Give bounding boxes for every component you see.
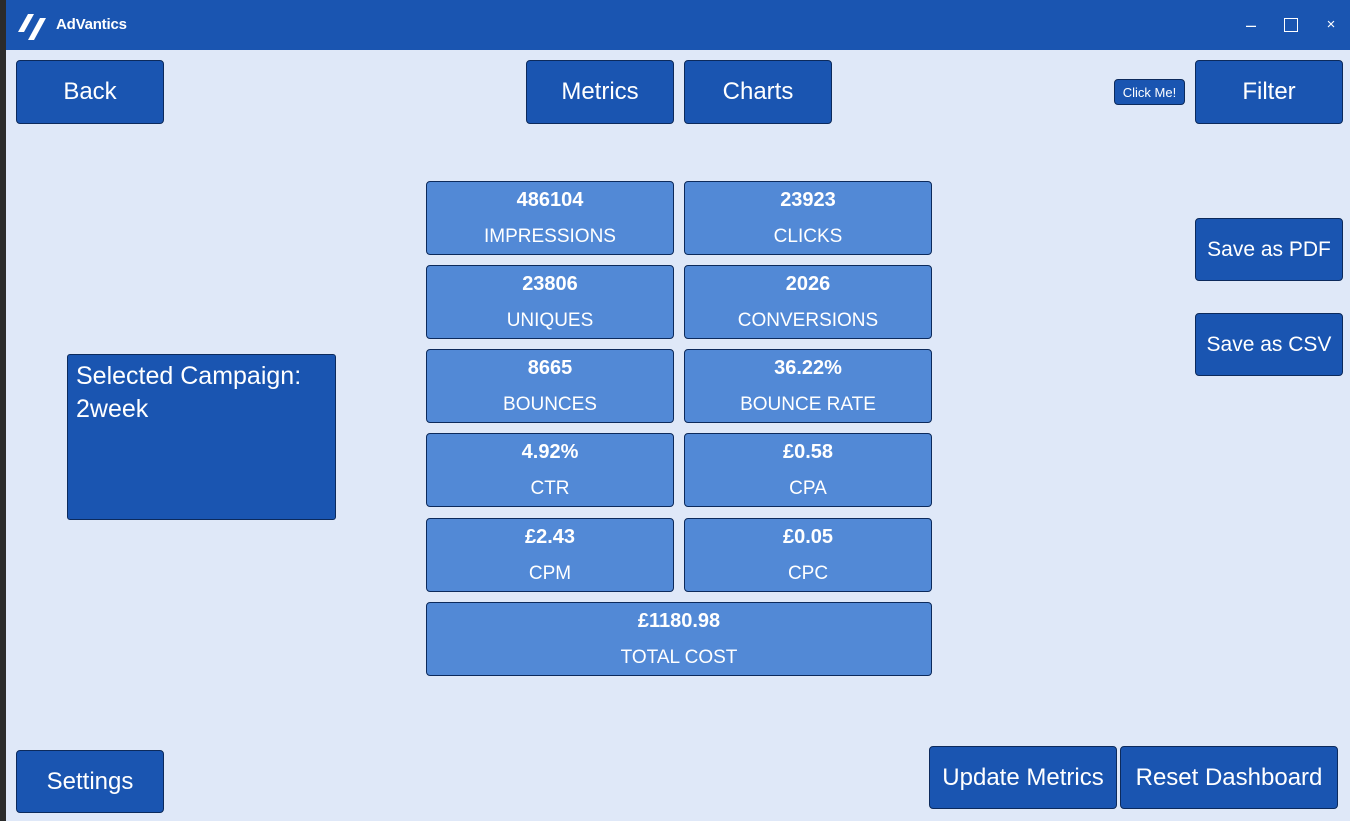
metric-value: £2.43: [524, 526, 576, 548]
metric-label: UNIQUES: [506, 310, 594, 331]
metric-value: 36.22%: [774, 357, 842, 379]
metric-value: 8665: [527, 357, 573, 379]
metric-label: CONVERSIONS: [737, 310, 879, 331]
selected-campaign-name: 2week: [76, 395, 149, 423]
metric-tile-bounces: 8665 BOUNCES: [426, 349, 674, 423]
metric-tile-uniques: 23806 UNIQUES: [426, 265, 674, 339]
maximize-button[interactable]: [1278, 12, 1304, 38]
selected-campaign-panel: Selected Campaign: 2week: [67, 354, 336, 520]
settings-button[interactable]: Settings: [16, 750, 164, 813]
app-title: AdVantics: [56, 16, 127, 33]
metric-value: £0.58: [782, 441, 834, 463]
filter-button[interactable]: Filter: [1195, 60, 1343, 124]
selected-campaign-label: Selected Campaign:: [76, 362, 302, 390]
click-me-button[interactable]: Click Me!: [1114, 79, 1185, 105]
metric-tile-cpa: £0.58 CPA: [684, 433, 932, 507]
metric-label: CPM: [528, 563, 572, 584]
metric-label: BOUNCES: [503, 394, 597, 415]
metric-label: IMPRESSIONS: [484, 226, 616, 247]
metric-label: CPC: [787, 563, 829, 584]
metric-label: CTR: [530, 478, 570, 499]
metric-value: 4.92%: [521, 441, 579, 463]
metric-tile-cpm: £2.43 CPM: [426, 518, 674, 592]
maximize-icon: [1284, 18, 1298, 32]
minimize-button[interactable]: –: [1238, 12, 1264, 38]
metric-value: 23806: [522, 273, 578, 295]
close-button[interactable]: ×: [1318, 12, 1344, 38]
save-pdf-button[interactable]: Save as PDF: [1195, 218, 1343, 281]
title-bar: AdVantics – ×: [6, 0, 1350, 50]
metric-tile-cpc: £0.05 CPC: [684, 518, 932, 592]
metric-label: TOTAL COST: [620, 647, 738, 668]
metric-tile-ctr: 4.92% CTR: [426, 433, 674, 507]
reset-dashboard-button[interactable]: Reset Dashboard: [1120, 746, 1338, 809]
metric-value: 486104: [516, 189, 584, 211]
metric-value: 2026: [785, 273, 831, 295]
metric-tile-clicks: 23923 CLICKS: [684, 181, 932, 255]
back-button[interactable]: Back: [16, 60, 164, 124]
metric-tile-bounce-rate: 36.22% BOUNCE RATE: [684, 349, 932, 423]
left-window-edge: [0, 0, 6, 821]
app-logo-icon: [18, 14, 46, 40]
update-metrics-button[interactable]: Update Metrics: [929, 746, 1117, 809]
metric-tile-total-cost: £1180.98 TOTAL COST: [426, 602, 932, 676]
charts-tab-button[interactable]: Charts: [684, 60, 832, 124]
metric-tile-impressions: 486104 IMPRESSIONS: [426, 181, 674, 255]
metric-value: 23923: [780, 189, 836, 211]
metric-value: £0.05: [782, 526, 834, 548]
save-csv-button[interactable]: Save as CSV: [1195, 313, 1343, 376]
metric-label: CLICKS: [773, 226, 843, 247]
metric-tile-conversions: 2026 CONVERSIONS: [684, 265, 932, 339]
metric-value: £1180.98: [637, 610, 721, 632]
metrics-tab-button[interactable]: Metrics: [526, 60, 674, 124]
metric-label: BOUNCE RATE: [740, 394, 876, 415]
metric-label: CPA: [789, 478, 827, 499]
